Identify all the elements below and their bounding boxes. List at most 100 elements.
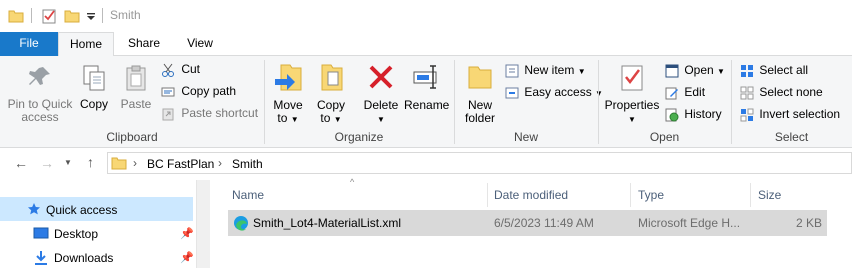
copy-path-icon — [161, 87, 175, 97]
open-icon — [665, 64, 679, 78]
scissors-icon — [162, 63, 174, 77]
select-none-button[interactable]: Select none — [740, 85, 823, 100]
pin-label-line2: access — [21, 110, 59, 124]
paste-shortcut-button[interactable]: Paste shortcut — [161, 106, 258, 121]
edge-file-icon — [234, 216, 248, 231]
copy-to-icon — [321, 64, 343, 91]
up-arrow-icon[interactable]: ↑ — [87, 154, 94, 170]
window-title: Smith — [110, 8, 141, 22]
edit-icon — [665, 87, 678, 100]
history-button[interactable]: History — [665, 107, 722, 122]
copy-path-label: Copy path — [181, 84, 237, 98]
pin-to-quick-access-button[interactable]: Pin to Quick access — [4, 64, 76, 124]
easy-access-label: Easy access — [524, 85, 592, 99]
properties-quick-icon[interactable] — [41, 7, 57, 24]
delete-icon — [369, 65, 393, 89]
copy-icon — [83, 65, 105, 91]
nav-scrollbar[interactable] — [196, 180, 210, 268]
new-folder-label-line2: folder — [464, 111, 496, 125]
column-header-name[interactable]: Name — [232, 183, 264, 207]
nav-label-quick-access: Quick access — [46, 203, 118, 217]
properties-button[interactable]: Properties ▼ — [603, 62, 661, 126]
forward-arrow-icon[interactable]: → — [40, 155, 54, 171]
select-all-label: Select all — [759, 63, 809, 77]
rename-label: Rename — [404, 98, 450, 112]
open-button[interactable]: Open ▼ — [665, 63, 725, 79]
select-all-button[interactable]: Select all — [740, 63, 808, 78]
invert-selection-icon — [740, 108, 754, 122]
clipboard-group-label: Clipboard — [106, 130, 158, 144]
breadcrumb-separator: › — [133, 156, 137, 170]
new-item-icon — [505, 64, 519, 78]
new-folder-quick-icon[interactable] — [64, 8, 80, 24]
file-type: Microsoft Edge H... — [638, 216, 741, 230]
copy-label: Copy — [79, 97, 108, 111]
delete-label: Delete — [363, 98, 399, 112]
file-size: 2 KB — [795, 216, 822, 230]
dropdown-arrow-icon: ▼ — [577, 67, 586, 76]
breadcrumb-bc-fastplan[interactable]: BC FastPlan — [147, 157, 214, 171]
folder-icon — [8, 10, 24, 23]
tab-share[interactable]: Share — [118, 32, 170, 56]
pin-icon[interactable]: 📌 — [180, 227, 194, 240]
move-to-icon — [275, 64, 302, 91]
column-header-type[interactable]: Type — [638, 183, 664, 207]
tab-view[interactable]: View — [175, 32, 225, 56]
copy-to-button[interactable]: Copy to ▼ — [313, 62, 349, 126]
paste-icon — [126, 65, 146, 91]
invert-selection-label: Invert selection — [759, 107, 841, 121]
dropdown-arrow-icon: ▼ — [333, 115, 342, 124]
paste-label: Paste — [120, 97, 152, 111]
breadcrumb-smith[interactable]: Smith — [232, 157, 263, 171]
edit-button[interactable]: Edit — [665, 85, 705, 100]
select-all-icon — [741, 64, 753, 77]
new-item-label: New item — [524, 63, 575, 77]
move-to-button[interactable]: Move to ▼ — [270, 62, 306, 126]
recent-locations-chevron-icon[interactable]: ▼ — [64, 158, 72, 167]
dropdown-arrow-icon: ▼ — [595, 89, 603, 98]
column-header-date-modified[interactable]: Date modified — [494, 183, 568, 207]
invert-selection-button[interactable]: Invert selection — [740, 107, 840, 122]
column-separator[interactable] — [630, 183, 631, 207]
dropdown-arrow-icon: ▼ — [377, 115, 385, 124]
ribbon-tab-bar: File Home Share View — [0, 32, 852, 57]
paste-button[interactable]: Paste — [118, 64, 154, 111]
back-arrow-icon[interactable]: ← — [14, 155, 28, 171]
cut-button[interactable]: Cut — [161, 62, 200, 77]
copy-button[interactable]: Copy — [76, 64, 112, 111]
column-header-size[interactable]: Size — [758, 183, 781, 207]
rename-button[interactable]: Rename — [404, 62, 450, 112]
pin-icon[interactable]: 📌 — [180, 251, 194, 264]
open-group-label: Open — [649, 130, 680, 144]
new-group-label: New — [513, 130, 538, 144]
select-none-label: Select none — [759, 85, 823, 99]
tab-file[interactable]: File — [0, 32, 58, 56]
folder-icon — [111, 157, 127, 170]
organize-group-label: Organize — [334, 130, 384, 144]
paste-shortcut-icon — [162, 108, 174, 121]
delete-button[interactable]: Delete ▼ — [362, 62, 400, 126]
desktop-icon — [33, 227, 49, 239]
move-to-label-line2: to — [277, 111, 288, 125]
properties-label: Properties — [604, 98, 660, 112]
separator — [102, 8, 103, 23]
easy-access-button[interactable]: Easy access ▼ — [505, 85, 603, 101]
tab-home[interactable]: Home — [58, 32, 114, 57]
dropdown-arrow-icon: ▼ — [628, 115, 636, 124]
column-separator[interactable] — [750, 183, 751, 207]
breadcrumb-separator: › — [218, 156, 222, 170]
history-label: History — [684, 107, 722, 121]
downloads-icon — [35, 251, 47, 265]
open-label: Open — [684, 63, 714, 77]
new-item-button[interactable]: New item ▼ — [505, 63, 586, 79]
new-folder-button[interactable]: New folder — [460, 62, 500, 125]
cut-label: Cut — [181, 62, 201, 76]
dropdown-arrow-icon: ▼ — [717, 67, 725, 76]
separator — [31, 8, 32, 23]
copy-path-button[interactable]: Copy path — [161, 84, 236, 99]
customize-toolbar-icon[interactable] — [86, 12, 96, 22]
nav-label-desktop: Desktop — [54, 227, 99, 241]
copy-to-label-line2: to — [320, 111, 331, 125]
column-separator[interactable] — [487, 183, 488, 207]
nav-label-downloads: Downloads — [54, 251, 114, 265]
